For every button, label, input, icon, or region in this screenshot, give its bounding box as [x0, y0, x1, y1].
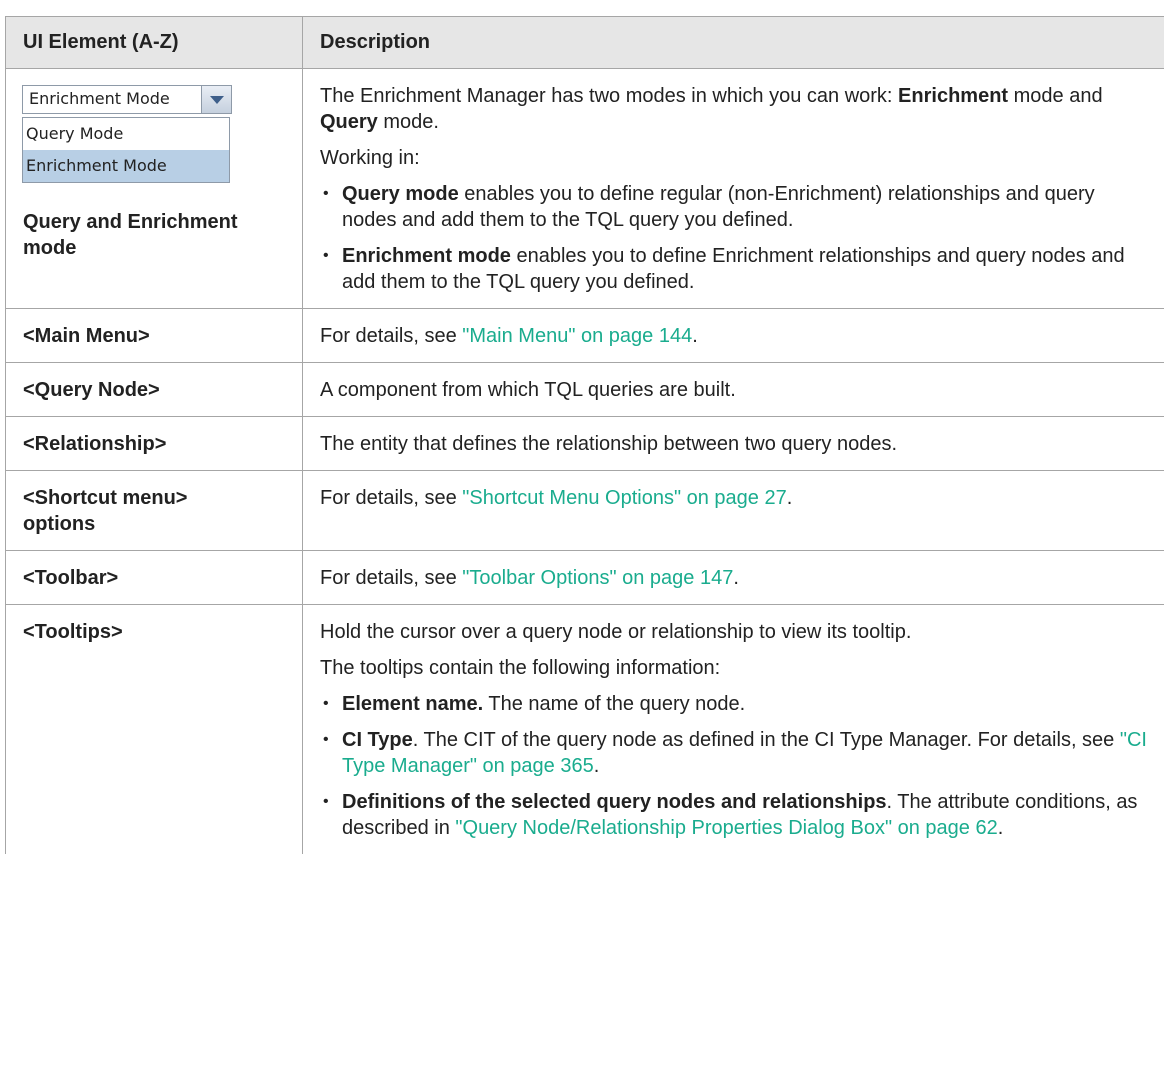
row-description: The entity that defines the relationship…: [302, 416, 1164, 471]
bullet-icon: •: [323, 731, 329, 748]
table-row: <Relationship> The entity that defines t…: [5, 416, 1164, 471]
row-name: <Main Menu>: [5, 308, 303, 363]
row-description-cell: The Enrichment Manager has two modes in …: [302, 68, 1164, 309]
text: mode and: [1008, 85, 1103, 107]
mode-combobox: Enrichment Mode: [22, 85, 232, 114]
text: mode.: [377, 111, 439, 133]
bullet-icon: •: [323, 793, 329, 810]
ui-elements-table: UI Element (A-Z) Description Enrichment …: [5, 16, 1164, 854]
working-in-label: Working in:: [320, 147, 420, 169]
bold-text: Query: [320, 111, 378, 133]
table-row: <Tooltips> Hold the cursor over a query …: [5, 604, 1164, 855]
bullet-icon: •: [323, 247, 329, 264]
table-row: Enrichment Mode Query Mode Enrichment Mo…: [5, 68, 1164, 309]
chevron-down-icon: [209, 95, 224, 104]
bullet-icon: •: [323, 695, 329, 712]
main-menu-link[interactable]: "Main Menu" on page 144: [462, 325, 692, 347]
table-row: <Query Node> A component from which TQL …: [5, 362, 1164, 417]
mode-dropdown-image: Enrichment Mode Query Mode Enrichment Mo…: [22, 85, 234, 183]
text: .: [733, 567, 739, 589]
row-name: options: [23, 513, 96, 535]
bullet-icon: •: [323, 185, 329, 202]
text: .: [786, 487, 793, 509]
row-name: <Toolbar>: [5, 550, 303, 605]
dropdown-arrow-button: [201, 86, 231, 113]
table-row: <Main Menu> For details, see "Main Menu"…: [5, 308, 1164, 363]
text: For details, see: [320, 567, 463, 589]
row-name: <Query Node>: [5, 362, 303, 417]
row-description: A component from which TQL queries are b…: [302, 362, 1164, 417]
list-item: • CI Type. The CIT of the query node as d…: [320, 727, 1151, 779]
bold-text: Query mode: [342, 183, 459, 205]
row-name: Query and Enrichment mode: [23, 211, 238, 259]
tooltips-intro: Hold the cursor over a query node or rel…: [320, 621, 912, 643]
properties-dialog-link[interactable]: "Query Node/Relationship Properties Dial…: [455, 817, 997, 839]
row-name-cell: Enrichment Mode Query Mode Enrichment Mo…: [5, 68, 303, 309]
list-item: • Query mode enables you to define regula…: [320, 181, 1151, 233]
mode-selected-value: Enrichment Mode: [29, 89, 170, 108]
bold-text: Enrichment: [898, 85, 1009, 107]
table-row: <Toolbar> For details, see "Toolbar Opti…: [5, 550, 1164, 605]
text: .: [593, 755, 600, 777]
bold-text: CI Type: [342, 729, 413, 751]
header-description: Description: [302, 16, 1164, 69]
text: For details, see: [320, 487, 463, 509]
header-ui-element: UI Element (A-Z): [5, 16, 303, 69]
list-item: • Definitions of the selected query nodes…: [320, 789, 1151, 841]
row-description-cell: Hold the cursor over a query node or rel…: [303, 605, 1164, 855]
shortcut-menu-link[interactable]: "Shortcut Menu Options" on page 27: [462, 487, 786, 509]
bold-text: Enrichment mode: [342, 245, 511, 267]
text: .: [692, 325, 698, 347]
mode-option-enrichment: Enrichment Mode: [23, 150, 229, 182]
text: .: [997, 817, 1004, 839]
table-row: <Shortcut menu> options For details, see …: [5, 470, 1164, 551]
table-header-row: UI Element (A-Z) Description: [5, 16, 1164, 69]
text: For details, see: [320, 325, 463, 347]
text: The name of the query node.: [483, 693, 746, 715]
row-description-cell: For details, see "Toolbar Options" on pa…: [302, 550, 1164, 605]
tooltips-list: • Element name. The name of the query nod…: [320, 691, 1151, 841]
list-item: • Element name. The name of the query nod…: [320, 691, 1151, 717]
mode-intro: The Enrichment Manager has two modes in …: [320, 83, 1151, 135]
toolbar-options-link[interactable]: "Toolbar Options" on page 147: [462, 567, 733, 589]
text: . The CIT of the query node as defined i…: [412, 729, 1120, 751]
row-name: <Relationship>: [5, 416, 303, 471]
row-name-cell: <Shortcut menu> options: [5, 470, 303, 551]
row-name: <Shortcut menu>: [23, 487, 188, 509]
row-name: <Tooltips>: [5, 604, 303, 854]
row-description-cell: For details, see "Main Menu" on page 144…: [302, 308, 1164, 363]
text: The Enrichment Manager has two modes in …: [320, 85, 899, 107]
mode-options-list: Query Mode Enrichment Mode: [22, 117, 230, 183]
row-description-cell: For details, see "Shortcut Menu Options"…: [302, 470, 1164, 551]
bold-text: Element name.: [342, 693, 484, 715]
tooltips-info: The tooltips contain the following infor…: [320, 657, 721, 679]
bold-text: Definitions of the selected query nodes …: [342, 791, 887, 813]
list-item: • Enrichment mode enables you to define E…: [320, 243, 1151, 295]
mode-option-query: Query Mode: [26, 124, 124, 143]
mode-list: • Query mode enables you to define regula…: [320, 181, 1151, 295]
